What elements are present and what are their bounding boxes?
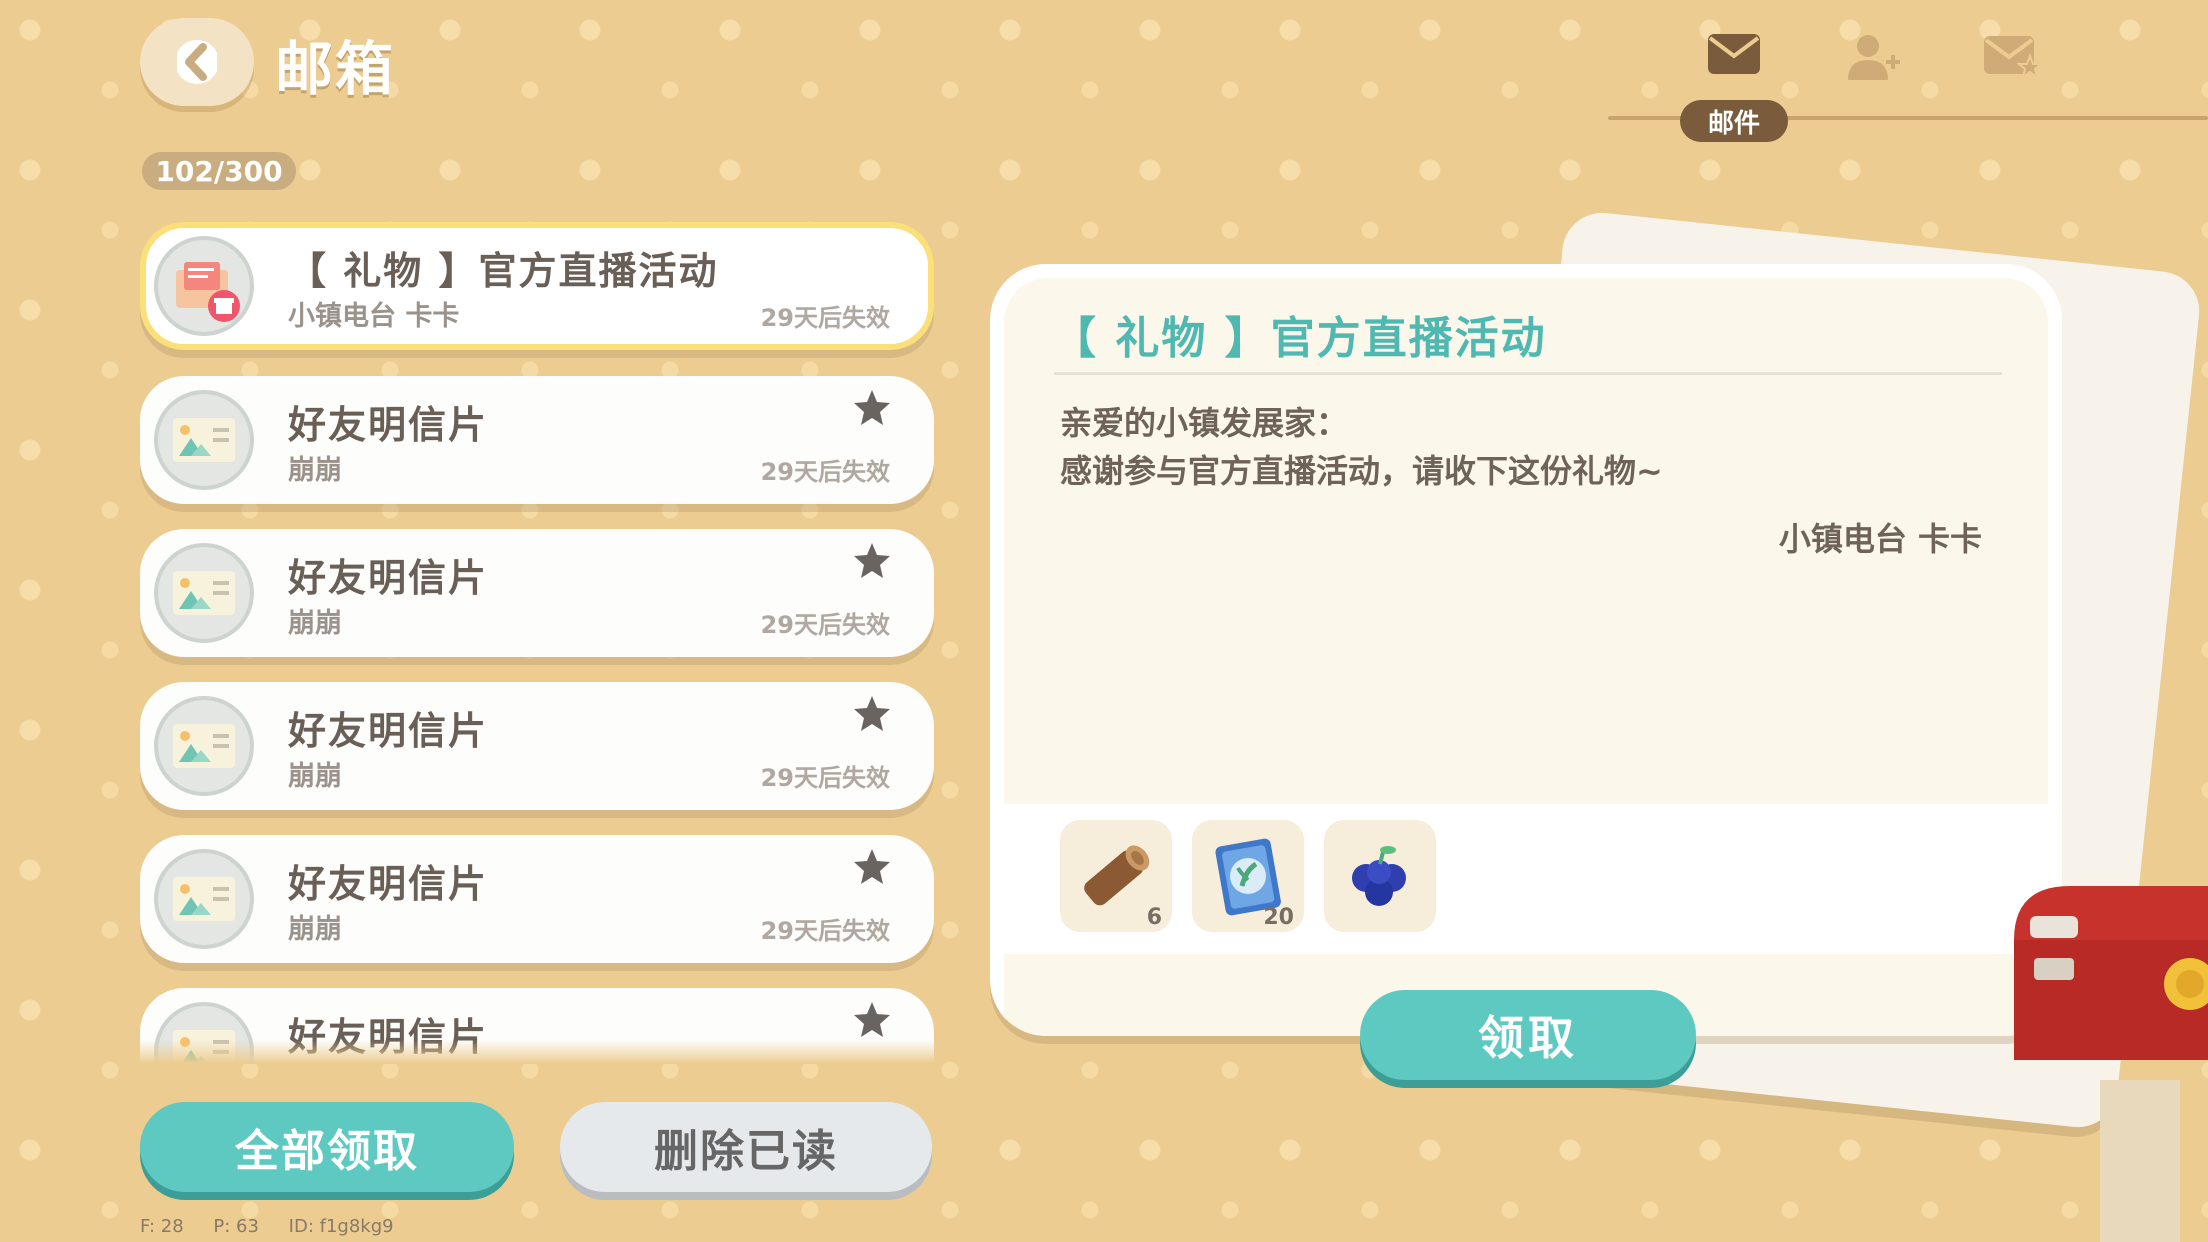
envelope-icon xyxy=(1708,34,1760,74)
tab-friends[interactable] xyxy=(1846,32,1906,82)
debug-fps: F: 28 xyxy=(140,1216,184,1237)
mail-detail-panel: 【 礼物 】官方直播活动 亲爱的小镇发展家： 感谢参与官方直播活动，请收下这份礼… xyxy=(990,264,2062,1036)
tab-mail[interactable] xyxy=(1706,32,1766,82)
postcard-icon xyxy=(173,724,235,768)
reward-item[interactable] xyxy=(1324,820,1436,932)
detail-divider xyxy=(1054,372,2002,375)
star-icon[interactable] xyxy=(852,541,892,581)
reward-count: 20 xyxy=(1263,905,1294,930)
gift-letter-icon xyxy=(176,262,240,322)
delete-read-button[interactable]: 删除已读 xyxy=(560,1102,932,1192)
mail-sender: 小镇电台 卡卡 xyxy=(288,301,460,332)
postcard-icon xyxy=(173,418,235,462)
chevron-left-icon xyxy=(177,40,217,84)
mail-avatar xyxy=(154,236,254,336)
mail-sender: 崩崩 xyxy=(288,608,342,639)
mail-title: 好友明信片 xyxy=(288,862,489,906)
tab-starred[interactable] xyxy=(1982,32,2044,82)
mail-sender: 崩崩 xyxy=(288,914,342,945)
star-icon[interactable] xyxy=(852,1000,892,1040)
debug-id: ID: f1g8kg9 xyxy=(288,1216,394,1237)
star-icon[interactable] xyxy=(852,388,892,428)
mail-item[interactable]: 好友明信片 崩崩 29天后失效 xyxy=(140,376,934,504)
detail-body: 感谢参与官方直播活动，请收下这份礼物~ xyxy=(1060,452,1663,490)
detail-greeting: 亲爱的小镇发展家： xyxy=(1060,404,1349,442)
mail-avatar xyxy=(154,543,254,643)
detail-signature: 小镇电台 卡卡 xyxy=(1778,520,1982,558)
mail-item[interactable]: 好友明信片 崩崩 29天后失效 xyxy=(140,835,934,963)
mailbox-decoration xyxy=(2014,886,2208,1242)
mail-item[interactable]: 好友明信片 崩崩 29天后失效 xyxy=(140,682,934,810)
debug-info: F: 28 P: 63 ID: f1g8kg9 xyxy=(140,1216,418,1237)
mail-expiry: 29天后失效 xyxy=(760,917,890,945)
mail-expiry: 29天后失效 xyxy=(760,764,890,792)
tab-mail-label[interactable]: 邮件 xyxy=(1680,100,1788,142)
reward-item[interactable]: 20 xyxy=(1192,820,1304,932)
mail-expiry: 29天后失效 xyxy=(760,304,890,332)
star-icon[interactable] xyxy=(852,694,892,734)
mail-item[interactable]: 【 礼物 】官方直播活动 小镇电台 卡卡 29天后失效 xyxy=(140,222,934,350)
reward-item[interactable]: 6 xyxy=(1060,820,1172,932)
mail-item[interactable]: 好友明信片 崩崩 29天后失效 xyxy=(140,529,934,657)
detail-title: 【 礼物 】官方直播活动 xyxy=(1052,313,1547,364)
mail-sender: 崩崩 xyxy=(288,455,342,486)
mail-title: 【 礼物 】官方直播活动 xyxy=(288,249,719,293)
add-friend-icon xyxy=(1848,35,1900,80)
mail-avatar xyxy=(154,849,254,949)
postcard-icon xyxy=(173,571,235,615)
mail-expiry: 29天后失效 xyxy=(760,611,890,639)
back-button[interactable] xyxy=(140,18,254,106)
mail-avatar xyxy=(154,696,254,796)
mail-list[interactable]: 【 礼物 】官方直播活动 小镇电台 卡卡 29天后失效 好友明信片 崩崩 29天… xyxy=(140,222,936,1062)
mail-sender: 崩崩 xyxy=(288,761,342,792)
mail-title: 好友明信片 xyxy=(288,403,489,447)
mail-count-badge: 102/300 xyxy=(142,152,296,190)
reward-count: 6 xyxy=(1146,905,1162,930)
page-title: 邮箱 xyxy=(275,35,396,103)
mail-expiry: 29天后失效 xyxy=(760,458,890,486)
claim-all-button[interactable]: 全部领取 xyxy=(140,1102,514,1192)
claim-button[interactable]: 领取 xyxy=(1360,990,1696,1080)
mail-title: 好友明信片 xyxy=(288,709,489,753)
starred-mail-icon xyxy=(1984,36,2044,80)
mail-avatar xyxy=(154,390,254,490)
star-icon[interactable] xyxy=(852,847,892,887)
list-fade xyxy=(140,1040,936,1064)
blueberry-icon xyxy=(1352,846,1406,906)
mail-title: 好友明信片 xyxy=(288,556,489,600)
postcard-icon xyxy=(173,877,235,921)
debug-ping: P: 63 xyxy=(213,1216,259,1237)
